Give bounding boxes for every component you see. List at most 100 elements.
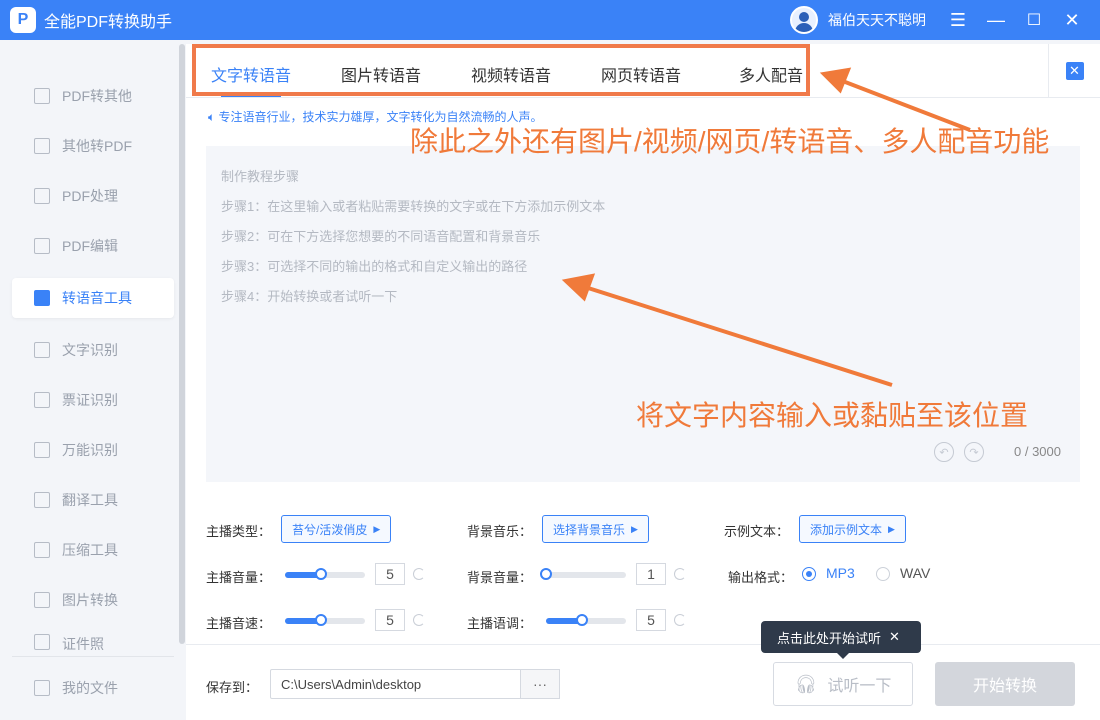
step-item: 步骤2：可在下方选择您想要的不同语音配置和背景音乐: [221, 229, 541, 244]
anchor-pitch-label: 主播语调：: [467, 616, 533, 631]
sidebar-item-label: PDF转其他: [62, 88, 132, 104]
reset-icon[interactable]: [413, 568, 425, 580]
sidebar-item-label: 证件照: [62, 636, 104, 650]
anchor-volume-value[interactable]: 5: [375, 563, 405, 585]
minimize-button[interactable]: —: [984, 8, 1008, 32]
sidebar-item-label: 压缩工具: [62, 542, 118, 558]
sidebar-item-label: 转语音工具: [62, 290, 132, 306]
bg-music-label: 背景音乐：: [467, 524, 533, 539]
steps-heading: 制作教程步骤: [221, 169, 300, 184]
sidebar-item-pdf-process[interactable]: PDF处理: [12, 176, 174, 216]
bg-music-button[interactable]: 选择背景音乐 ▶: [542, 515, 649, 543]
sidebar-item-universal[interactable]: 万能识别: [12, 430, 174, 470]
output-format-label: 输出格式：: [728, 570, 794, 585]
browse-button[interactable]: ···: [520, 669, 560, 699]
mp3-radio[interactable]: [802, 567, 816, 581]
avatar[interactable]: [790, 6, 818, 34]
slider-knob[interactable]: [576, 614, 588, 626]
speaker-icon: 🔈︎: [208, 110, 219, 124]
close-panel-button[interactable]: ✕: [1048, 44, 1100, 98]
step-item: 步骤1：在这里输入或者粘贴需要转换的文字或在下方添加示例文本: [221, 199, 606, 214]
compress-icon: [34, 542, 50, 558]
sidebar-item-ocr[interactable]: 文字识别: [12, 330, 174, 370]
step-item: 步骤3：可选择不同的输出的格式和自定义输出的路径: [221, 259, 528, 274]
bg-music-value: 选择背景音乐: [553, 522, 626, 537]
sidebar: PDF转其他 其他转PDF PDF处理 PDF编辑 转语音工具 文字识别 票证识…: [0, 40, 186, 720]
title-bar: P 全能PDF转换助手 福伯天天不聪明 ☰ — ☐ ✕: [0, 0, 1100, 40]
mp3-label[interactable]: MP3: [826, 565, 855, 581]
username[interactable]: 福伯天天不聪明: [828, 10, 926, 30]
anchor-pitch-value[interactable]: 5: [636, 609, 666, 631]
anchor-type-label: 主播类型：: [206, 524, 272, 539]
anchor-volume-slider[interactable]: [285, 568, 365, 580]
sidebar-item-label: 我的文件: [62, 680, 118, 696]
sidebar-item-other-to-pdf[interactable]: 其他转PDF: [12, 126, 174, 166]
anchor-speed-value[interactable]: 5: [375, 609, 405, 631]
ocr-icon: [34, 342, 50, 358]
tutorial-steps: 制作教程步骤 步骤1：在这里输入或者粘贴需要转换的文字或在下方添加示例文本 步骤…: [221, 162, 605, 312]
universal-recognize-icon: [34, 442, 50, 458]
tab-highlight-box: [192, 44, 810, 96]
bg-volume-value[interactable]: 1: [636, 563, 666, 585]
caret-right-icon: ▶: [373, 523, 381, 534]
sidebar-scrollbar[interactable]: [179, 44, 185, 644]
trial-label: 试听一下: [827, 678, 892, 695]
undo-icon[interactable]: ↶: [934, 442, 954, 462]
reset-icon[interactable]: [674, 568, 686, 580]
bg-volume-label: 背景音量：: [467, 570, 533, 585]
slider-knob[interactable]: [315, 614, 327, 626]
sidebar-item-label: PDF处理: [62, 188, 118, 204]
pdf-export-icon: [34, 88, 50, 104]
id-photo-icon: [34, 634, 50, 650]
image-convert-icon: [34, 592, 50, 608]
sidebar-item-translate[interactable]: 翻译工具: [12, 480, 174, 520]
close-button[interactable]: ✕: [1060, 8, 1084, 32]
maximize-button[interactable]: ☐: [1022, 8, 1046, 32]
bg-volume-slider[interactable]: [540, 568, 626, 580]
anchor-speed-label: 主播音速：: [206, 616, 272, 631]
trial-listen-button[interactable]: 🎧︎ 试听一下: [773, 662, 913, 706]
sidebar-item-id-photo[interactable]: 证件照: [12, 630, 174, 650]
start-convert-button[interactable]: 开始转换: [935, 662, 1075, 706]
redo-icon[interactable]: ↷: [964, 442, 984, 462]
sample-text-button[interactable]: 添加示例文本 ▶: [799, 515, 906, 543]
pdf-process-icon: [34, 188, 50, 204]
trial-tooltip: 点击此处开始试听 ✕: [761, 621, 921, 659]
footer-bar: 保存到： C:\Users\Admin\desktop ··· 点击此处开始试听…: [186, 621, 1100, 720]
anchor-pitch-slider[interactable]: [546, 614, 626, 626]
wav-radio[interactable]: [876, 567, 890, 581]
sidebar-item-my-files[interactable]: 我的文件: [12, 668, 174, 708]
sidebar-item-label: 其他转PDF: [62, 138, 132, 154]
pdf-import-icon: [34, 138, 50, 154]
save-path-input[interactable]: C:\Users\Admin\desktop: [270, 669, 522, 699]
text-to-speech-icon: [34, 290, 50, 306]
user-area[interactable]: 福伯天天不聪明: [790, 6, 926, 34]
sample-text-value: 添加示例文本: [810, 522, 883, 537]
sidebar-item-pdf-edit[interactable]: PDF编辑: [12, 226, 174, 266]
anchor-speed-slider[interactable]: [285, 614, 365, 626]
sidebar-item-label: 翻译工具: [62, 492, 118, 508]
menu-icon[interactable]: ☰: [946, 8, 970, 32]
close-icon: ✕: [1065, 62, 1084, 80]
slider-knob[interactable]: [540, 568, 552, 580]
sidebar-item-pdf-to-other[interactable]: PDF转其他: [12, 76, 174, 116]
reset-icon[interactable]: [413, 614, 425, 626]
sidebar-item-label: 文字识别: [62, 342, 118, 358]
char-counter: 0 / 3000: [1014, 444, 1061, 459]
sidebar-item-ticket[interactable]: 票证识别: [12, 380, 174, 420]
slider-knob[interactable]: [315, 568, 327, 580]
sidebar-item-compress[interactable]: 压缩工具: [12, 530, 174, 570]
tooltip-close-icon[interactable]: ✕: [889, 629, 900, 645]
sidebar-item-label: 图片转换: [62, 592, 118, 608]
caret-right-icon: ▶: [631, 523, 638, 534]
file-icon: [34, 680, 50, 696]
anchor-type-button[interactable]: 苔兮/活泼俏皮 ▶: [281, 515, 392, 543]
step-item: 步骤4：开始转换或者试听一下: [221, 289, 398, 304]
sidebar-item-text-to-speech[interactable]: 转语音工具: [12, 278, 174, 318]
sidebar-item-image-convert[interactable]: 图片转换: [12, 580, 174, 620]
wav-label[interactable]: WAV: [900, 565, 930, 581]
app-logo-icon: P: [10, 7, 36, 33]
reset-icon[interactable]: [674, 614, 686, 626]
pdf-edit-icon: [34, 238, 50, 254]
save-to-label: 保存到：: [206, 680, 259, 695]
